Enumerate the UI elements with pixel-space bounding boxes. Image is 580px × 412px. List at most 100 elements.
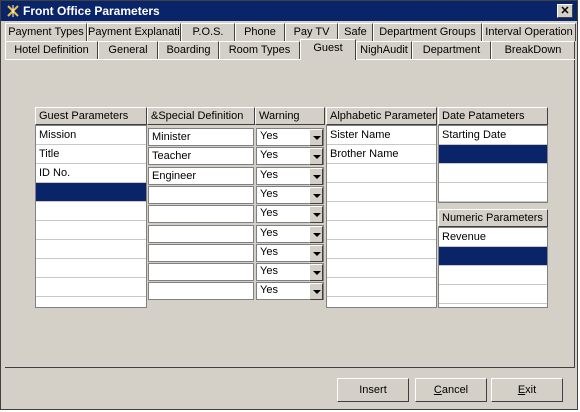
guest-parameter-row[interactable] — [36, 221, 146, 240]
guest-parameter-row[interactable]: Title — [36, 145, 146, 164]
chevron-down-icon — [313, 213, 321, 218]
date-parameters-list[interactable]: Starting Date — [438, 125, 548, 203]
special-definition-cell[interactable] — [148, 205, 254, 224]
warning-value: Yes — [260, 284, 278, 297]
chevron-down-icon — [313, 251, 321, 256]
tab-room-types[interactable]: Room Types — [219, 41, 300, 59]
dropdown-button[interactable] — [309, 186, 323, 204]
tab-guest[interactable]: Guest — [300, 39, 356, 60]
alphabetic-parameter-row[interactable]: Brother Name — [327, 145, 436, 164]
tab-hotel-definition[interactable]: Hotel Definition — [5, 41, 98, 59]
alphabetic-parameter-row[interactable]: Sister Name — [327, 126, 436, 145]
dropdown-button[interactable] — [309, 244, 323, 262]
alphabetic-parameters-header: Alphabetic Parameters — [326, 107, 437, 125]
tab-general[interactable]: General — [98, 41, 158, 59]
dropdown-button[interactable] — [309, 225, 323, 243]
warning-select[interactable]: Yes — [256, 147, 324, 166]
tab-payment-explanations[interactable]: Payment Explanations — [87, 23, 181, 41]
alphabetic-parameter-row[interactable] — [327, 202, 436, 221]
tab-phone[interactable]: Phone — [235, 23, 285, 41]
special-definition-cell[interactable] — [148, 185, 254, 204]
guest-parameters-list[interactable]: Mission Title ID No. — [35, 125, 147, 308]
app-icon — [6, 4, 20, 18]
warning-select[interactable]: Yes — [256, 263, 324, 282]
alphabetic-parameter-row[interactable] — [327, 164, 436, 183]
alphabetic-parameter-row[interactable] — [327, 278, 436, 297]
date-parameter-row[interactable]: Starting Date — [439, 126, 547, 145]
warning-select[interactable]: Yes — [256, 243, 324, 262]
warning-value: Yes — [260, 207, 278, 220]
guest-parameter-row[interactable] — [36, 278, 146, 297]
tab-payment-types[interactable]: Payment Types — [5, 23, 87, 41]
special-definition-header: &Special Definition — [147, 107, 255, 125]
close-icon: ✕ — [560, 5, 570, 17]
chevron-down-icon — [313, 155, 321, 160]
special-definition-cell[interactable]: Engineer — [148, 166, 254, 185]
guest-parameter-row[interactable]: Mission — [36, 126, 146, 145]
alphabetic-parameter-row[interactable] — [327, 221, 436, 240]
tab-department[interactable]: Department — [412, 41, 491, 59]
dropdown-button[interactable] — [309, 264, 323, 282]
numeric-parameter-row[interactable] — [439, 304, 547, 307]
numeric-parameter-row[interactable] — [439, 247, 547, 266]
alphabetic-parameter-row[interactable] — [327, 297, 436, 307]
chevron-down-icon — [313, 290, 321, 295]
warning-value: Yes — [260, 245, 278, 258]
numeric-parameter-row[interactable]: Revenue — [439, 228, 547, 247]
numeric-parameter-row[interactable] — [439, 266, 547, 285]
chevron-down-icon — [313, 193, 321, 198]
warning-select[interactable]: Yes — [256, 224, 324, 243]
special-definition-cell[interactable]: Teacher — [148, 147, 254, 166]
special-definition-cell[interactable] — [148, 224, 254, 243]
tab-p-o-s[interactable]: P.O.S. — [181, 23, 235, 41]
warning-select[interactable]: Yes — [256, 166, 324, 185]
warning-value: Yes — [260, 149, 278, 162]
warning-select[interactable]: Yes — [256, 185, 324, 204]
tab-breakdown[interactable]: BreakDown — [491, 41, 575, 59]
tab-interval-operation[interactable]: Interval Operation — [482, 23, 576, 41]
title-bar[interactable]: Front Office Parameters ✕ — [1, 1, 577, 21]
numeric-parameters-list[interactable]: Revenue — [438, 227, 548, 308]
special-definition-cell[interactable] — [148, 282, 254, 301]
warning-select[interactable]: Yes — [256, 128, 324, 146]
alphabetic-parameter-row[interactable] — [327, 183, 436, 202]
guest-parameter-row[interactable] — [36, 297, 146, 307]
numeric-parameter-row[interactable] — [439, 285, 547, 304]
alphabetic-parameter-row[interactable] — [327, 259, 436, 278]
date-parameter-row[interactable] — [439, 164, 547, 183]
close-button[interactable]: ✕ — [557, 4, 573, 18]
tab-department-groups[interactable]: Department Groups — [373, 23, 482, 41]
dropdown-button[interactable] — [309, 283, 323, 301]
warning-value: Yes — [260, 130, 278, 142]
date-parameter-row[interactable] — [439, 145, 547, 164]
tab-boarding[interactable]: Boarding — [158, 41, 219, 59]
warning-select[interactable]: Yes — [256, 205, 324, 224]
alphabetic-parameters-list[interactable]: Sister Name Brother Name — [326, 125, 437, 308]
chevron-down-icon — [313, 271, 321, 276]
guest-parameter-row[interactable] — [36, 202, 146, 221]
date-parameters-header: Date Patameters — [438, 107, 548, 125]
special-definition-cell[interactable]: Minister — [148, 128, 254, 146]
dropdown-button[interactable] — [309, 206, 323, 224]
cancel-button[interactable]: Cancel — [415, 378, 487, 402]
exit-button[interactable]: Exit — [491, 378, 563, 402]
cancel-label: ancel — [441, 384, 469, 396]
dropdown-button[interactable] — [309, 129, 323, 146]
insert-button[interactable]: Insert — [337, 378, 409, 402]
dropdown-button[interactable] — [309, 167, 323, 185]
guest-parameter-row[interactable] — [36, 259, 146, 278]
date-parameter-row[interactable] — [439, 183, 547, 202]
guest-parameter-row[interactable]: ID No. — [36, 164, 146, 183]
special-definition-cell[interactable] — [148, 243, 254, 262]
warning-value: Yes — [260, 187, 278, 200]
alphabetic-parameter-row[interactable] — [327, 240, 436, 259]
guest-parameter-row[interactable] — [36, 183, 146, 202]
warning-value: Yes — [260, 168, 278, 181]
warning-select[interactable]: Yes — [256, 282, 324, 301]
tab-nighaudit[interactable]: NighAudit — [356, 41, 412, 59]
special-definition-cell[interactable] — [148, 263, 254, 282]
dropdown-button[interactable] — [309, 148, 323, 166]
warning-header: Warning — [255, 107, 325, 125]
guest-parameter-row[interactable] — [36, 240, 146, 259]
window-title: Front Office Parameters — [23, 4, 160, 18]
